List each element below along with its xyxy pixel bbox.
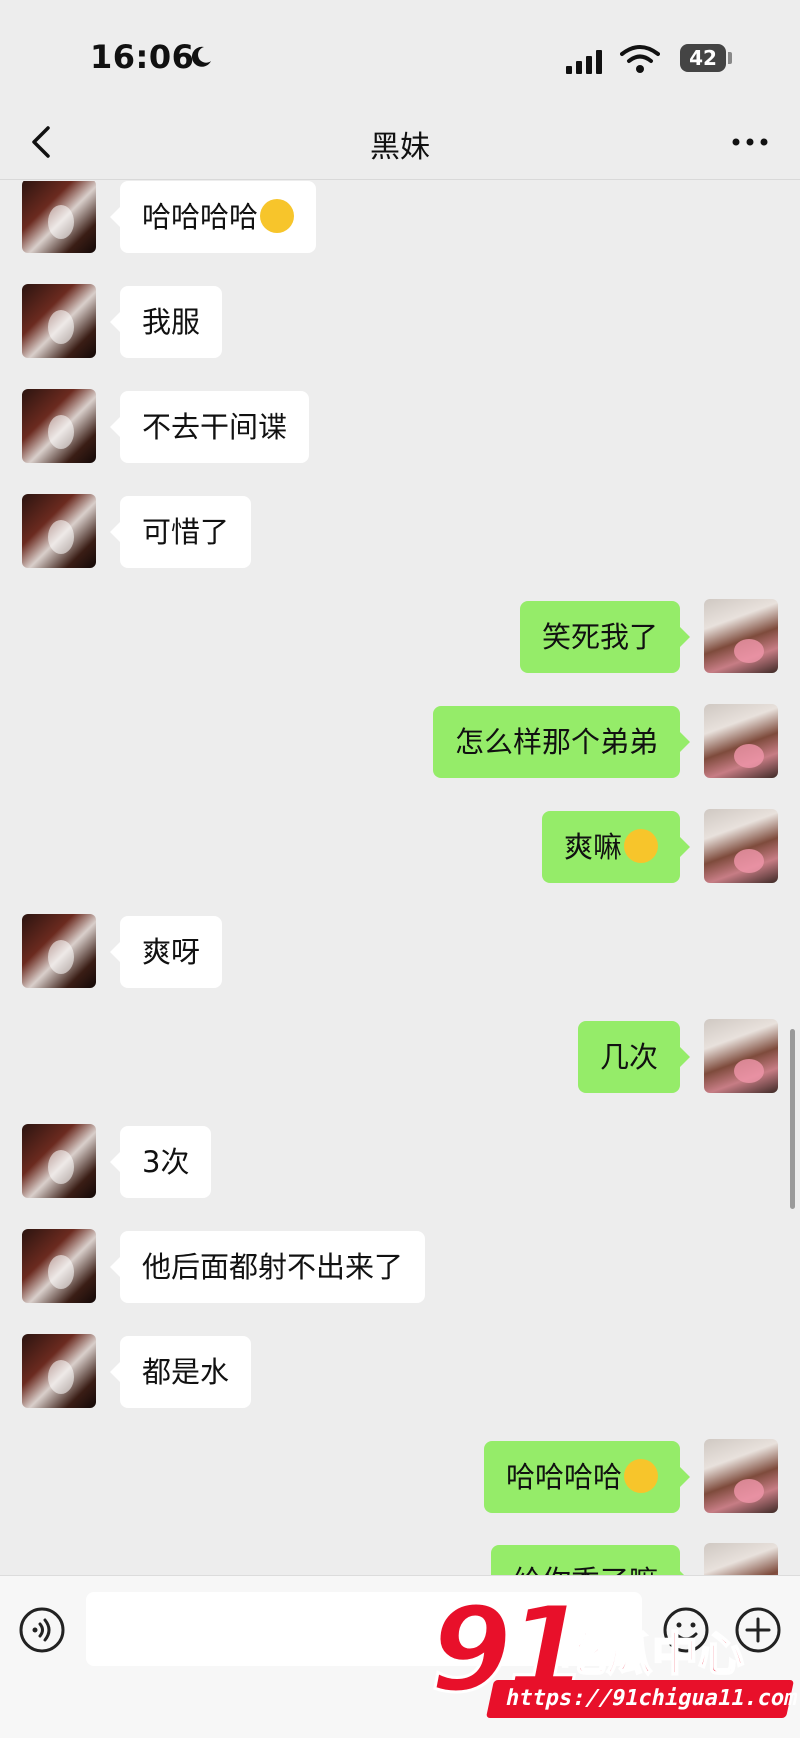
- my-avatar[interactable]: [704, 1543, 778, 1575]
- battery-indicator: 42: [680, 44, 726, 72]
- wifi-icon: [620, 45, 660, 73]
- message-row: 他后面都射不出来了: [0, 1229, 800, 1305]
- contact-avatar[interactable]: [22, 1334, 96, 1408]
- message-bubble[interactable]: 都是水: [109, 1336, 252, 1408]
- message-bubble[interactable]: 给你秀了嘛: [490, 1545, 691, 1575]
- tears-of-joy-emoji-icon: [260, 199, 295, 233]
- battery-tip: [728, 52, 732, 64]
- contact-avatar[interactable]: [22, 494, 96, 568]
- contact-avatar[interactable]: [22, 1124, 96, 1198]
- my-avatar[interactable]: [704, 1019, 778, 1093]
- message-bubble[interactable]: 怎么样那个弟弟: [432, 706, 691, 778]
- message-row: 我服: [0, 284, 800, 360]
- contact-avatar[interactable]: [22, 914, 96, 988]
- message-row: 几次: [0, 1019, 800, 1095]
- message-row: 给你秀了嘛: [0, 1543, 800, 1575]
- contact-avatar[interactable]: [22, 284, 96, 358]
- message-bubble[interactable]: 我服: [109, 286, 223, 358]
- watermark-logo: 91 吃瓜中心 https://91chigua11.com: [420, 1579, 800, 1730]
- message-bubble[interactable]: 他后面都射不出来了: [109, 1231, 426, 1303]
- my-avatar[interactable]: [704, 1439, 778, 1513]
- scrollbar[interactable]: [790, 1029, 795, 1209]
- my-avatar[interactable]: [704, 599, 778, 673]
- signal-icon: [566, 50, 602, 74]
- message-row: 爽嘛: [0, 809, 800, 885]
- message-row: 不去干间谍: [0, 389, 800, 465]
- voice-input-icon[interactable]: [18, 1606, 66, 1654]
- chat-header: 黑妹: [0, 110, 800, 180]
- message-row: 哈哈哈哈: [0, 181, 800, 255]
- message-bubble[interactable]: 哈哈哈哈: [109, 181, 317, 253]
- message-bubble[interactable]: 几次: [577, 1021, 691, 1093]
- message-list[interactable]: 哈哈哈哈 我服 不去干间谍 可惜了 笑死我了 怎么样那个弟弟 爽嘛 爽呀 几次 …: [0, 181, 800, 1575]
- my-avatar[interactable]: [704, 809, 778, 883]
- message-bubble[interactable]: 哈哈哈哈: [483, 1441, 691, 1513]
- tears-of-joy-emoji-icon: [624, 1459, 658, 1493]
- message-row: 都是水: [0, 1334, 800, 1410]
- watermark-url: https://91chigua11.com: [485, 1680, 800, 1718]
- message-row: 怎么样那个弟弟: [0, 704, 800, 780]
- message-bubble[interactable]: 笑死我了: [519, 601, 691, 673]
- grinning-emoji-icon: [624, 829, 658, 863]
- contact-avatar[interactable]: [22, 389, 96, 463]
- moon-icon: [191, 46, 211, 67]
- message-row: 3次: [0, 1124, 800, 1200]
- contact-avatar[interactable]: [22, 1229, 96, 1303]
- message-row: 哈哈哈哈: [0, 1439, 800, 1515]
- message-bubble[interactable]: 爽嘛: [541, 811, 691, 883]
- message-row: 爽呀: [0, 914, 800, 990]
- watermark-name: 吃瓜中心: [559, 1626, 745, 1682]
- message-bubble[interactable]: 可惜了: [109, 496, 252, 568]
- status-bar: 16:06 42: [0, 0, 800, 110]
- message-bubble[interactable]: 不去干间谍: [109, 391, 310, 463]
- chat-title: 黑妹: [370, 130, 430, 165]
- contact-avatar[interactable]: [22, 181, 96, 253]
- status-time: 16:06: [90, 38, 195, 76]
- message-bubble[interactable]: 3次: [109, 1126, 212, 1198]
- more-options-icon[interactable]: [730, 132, 770, 152]
- message-bubble[interactable]: 爽呀: [109, 916, 223, 988]
- message-row: 可惜了: [0, 494, 800, 570]
- message-row: 笑死我了: [0, 599, 800, 675]
- my-avatar[interactable]: [704, 704, 778, 778]
